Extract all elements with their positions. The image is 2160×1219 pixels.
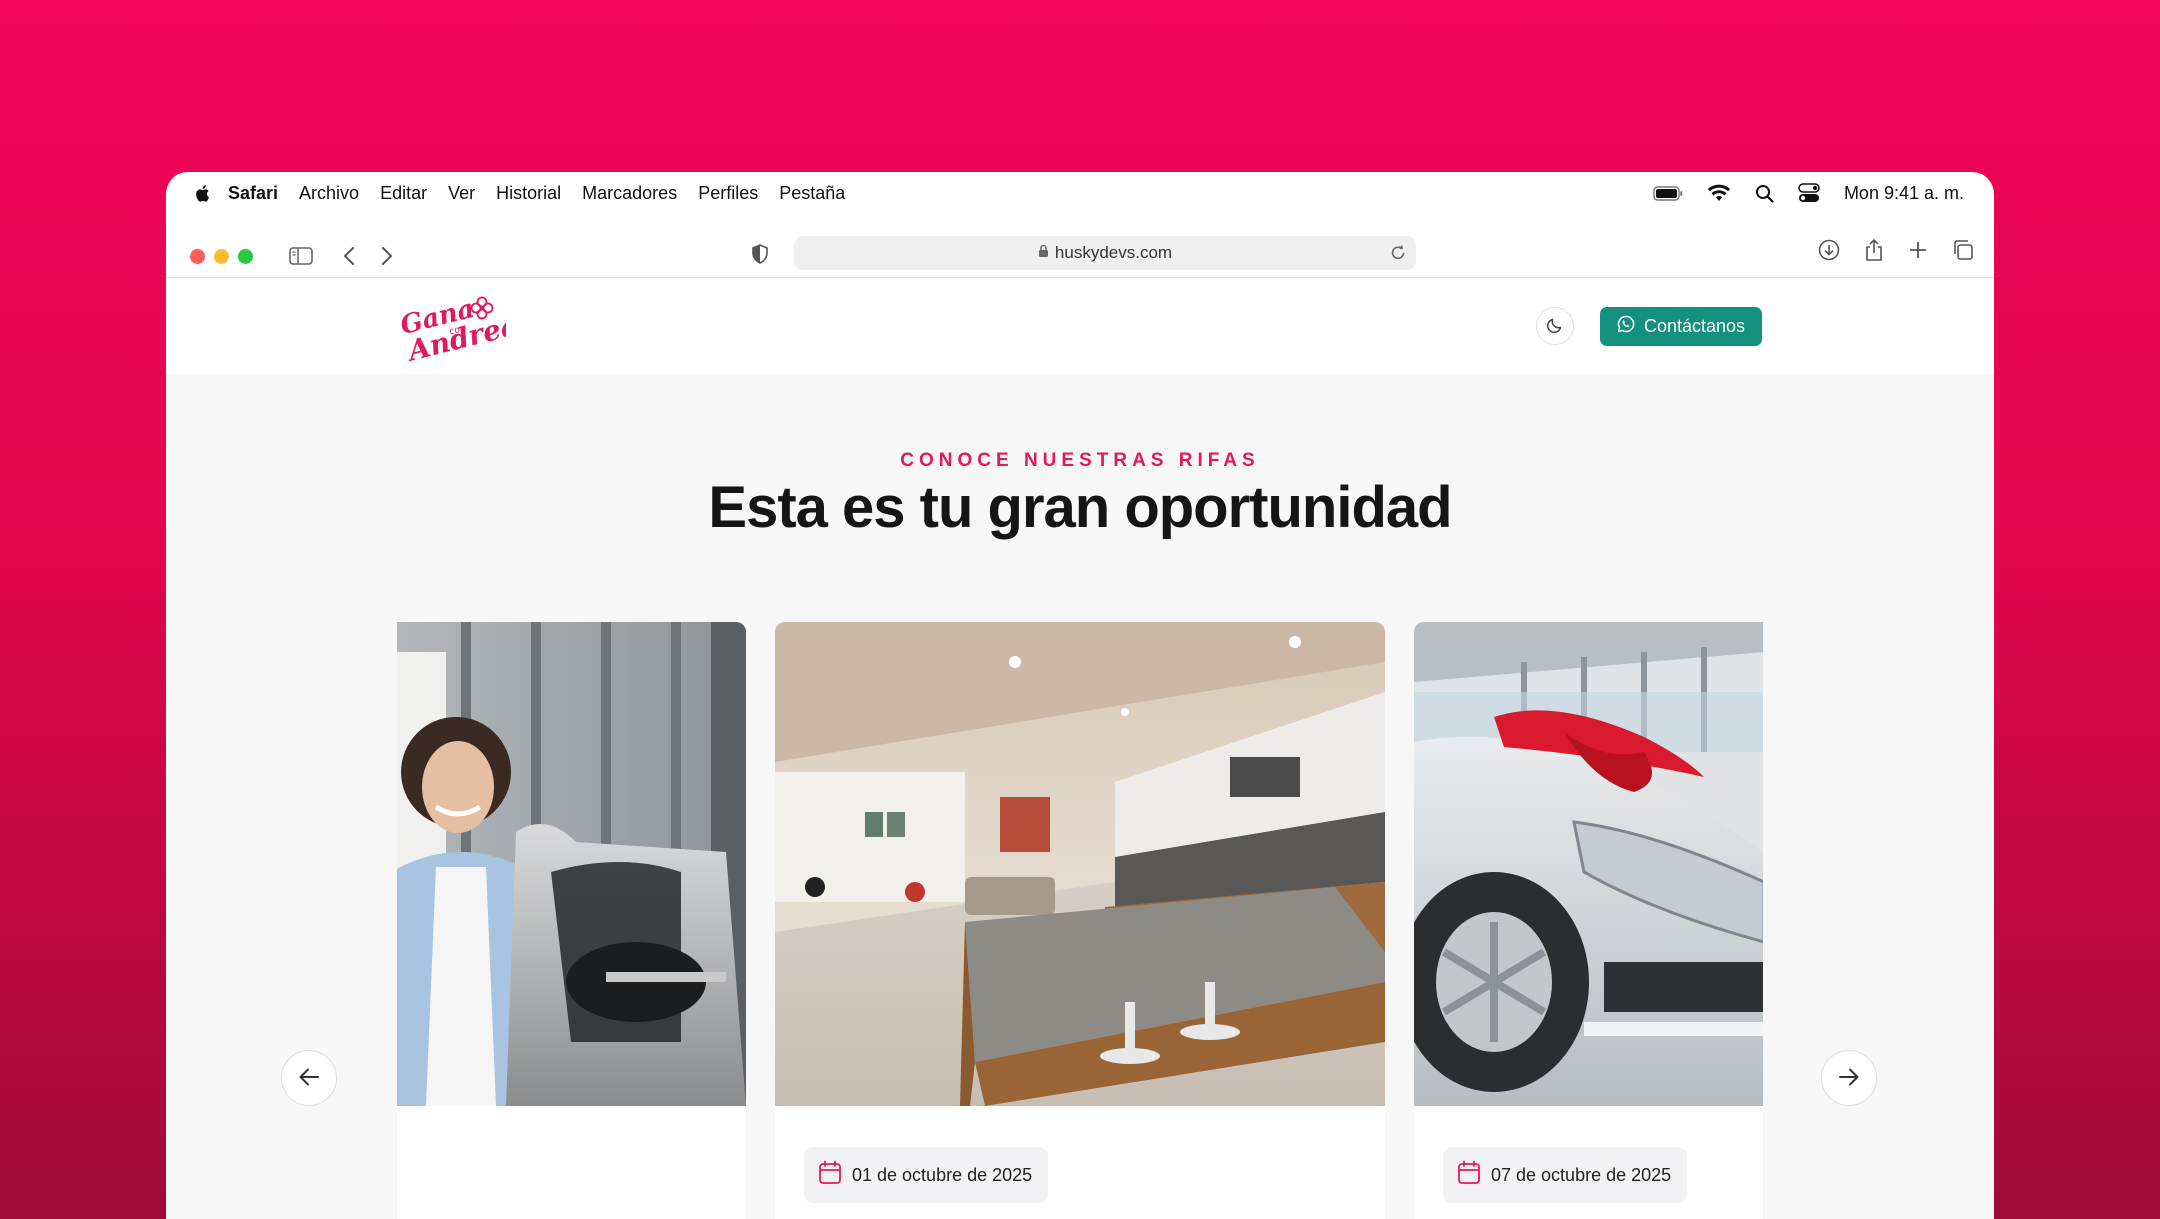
menu-app-name[interactable]: Safari xyxy=(228,183,278,204)
menu-ver[interactable]: Ver xyxy=(448,183,475,204)
menu-pestana[interactable]: Pestaña xyxy=(779,183,845,204)
reload-icon[interactable] xyxy=(1390,244,1406,266)
raffle-card[interactable]: 07 de octubre de 2025 xyxy=(1414,622,1763,1219)
moon-icon xyxy=(1546,316,1564,337)
apartment-kitchen-photo xyxy=(775,622,1385,1106)
privacy-shield-icon[interactable] xyxy=(751,244,769,264)
window-controls xyxy=(190,248,253,264)
back-chevron-icon[interactable] xyxy=(343,246,355,266)
calendar-icon xyxy=(1457,1160,1481,1190)
address-bar[interactable]: huskydevs.com xyxy=(794,236,1416,270)
menu-historial[interactable]: Historial xyxy=(496,183,561,204)
raffle-date-chip: 01 de octubre de 2025 xyxy=(804,1147,1049,1203)
control-center-icon[interactable] xyxy=(1798,183,1820,203)
menu-archivo[interactable]: Archivo xyxy=(299,183,359,204)
contact-whatsapp-button[interactable]: Contáctanos xyxy=(1600,307,1762,346)
main-content: CONOCE NUESTRAS RIFAS Esta es tu gran op… xyxy=(166,374,1994,1219)
tab-overview-icon[interactable] xyxy=(1952,238,1974,262)
section-eyebrow: CONOCE NUESTRAS RIFAS xyxy=(900,450,1260,471)
dark-mode-toggle[interactable] xyxy=(1536,307,1574,345)
whatsapp-icon xyxy=(1617,315,1635,338)
raffle-card[interactable]: 25 xyxy=(397,622,746,1219)
url-text: huskydevs.com xyxy=(1054,243,1173,262)
forward-chevron-icon[interactable] xyxy=(381,246,393,266)
carousel-prev-button[interactable] xyxy=(281,1050,337,1106)
arrow-left-icon xyxy=(298,1067,320,1090)
share-icon[interactable] xyxy=(1864,238,1884,262)
menubar-clock[interactable]: Mon 9:41 a. m. xyxy=(1844,183,1964,204)
raffle-card[interactable]: 01 de octubre de 2025 xyxy=(775,622,1385,1219)
gana-con-andrea-logo[interactable]: Gana con Andrea xyxy=(396,290,521,368)
battery-icon[interactable] xyxy=(1653,185,1683,201)
new-tab-plus-icon[interactable] xyxy=(1908,238,1928,262)
silver-car-with-bow-photo xyxy=(1414,622,1763,1106)
menu-bar: Safari Archivo Editar Ver Historial Marc… xyxy=(166,172,1994,214)
menu-perfiles[interactable]: Perfiles xyxy=(698,183,758,204)
raffle-date-chip: 07 de octubre de 2025 xyxy=(1443,1147,1688,1203)
search-icon[interactable] xyxy=(1755,184,1774,203)
raffle-carousel: 25 xyxy=(397,622,1763,1219)
wifi-icon[interactable] xyxy=(1707,184,1731,202)
calendar-icon xyxy=(818,1160,842,1190)
carousel-next-button[interactable] xyxy=(1821,1050,1877,1106)
contact-button-label: Contáctanos xyxy=(1643,316,1746,336)
minimize-window-button[interactable] xyxy=(214,248,229,264)
menu-marcadores[interactable]: Marcadores xyxy=(582,183,677,204)
browser-window: Safari Archivo Editar Ver Historial Marc… xyxy=(166,172,1994,1219)
zoom-window-button[interactable] xyxy=(238,248,253,264)
apple-icon[interactable] xyxy=(194,183,212,203)
downloads-icon[interactable] xyxy=(1818,238,1840,262)
lock-icon xyxy=(1038,243,1049,263)
raffle-date: 07 de octubre de 2025 xyxy=(1491,1164,1672,1185)
arrow-right-icon xyxy=(1838,1067,1860,1090)
woman-with-car-photo xyxy=(397,622,746,1106)
menu-editar[interactable]: Editar xyxy=(380,183,427,204)
site-header: Gana con Andrea Contáctanos xyxy=(166,278,1994,374)
section-title: Esta es tu gran oportunidad xyxy=(708,475,1452,540)
sidebar-toggle-icon[interactable] xyxy=(289,247,313,265)
raffle-date: 01 de octubre de 2025 xyxy=(852,1164,1033,1185)
close-window-button[interactable] xyxy=(190,248,205,264)
